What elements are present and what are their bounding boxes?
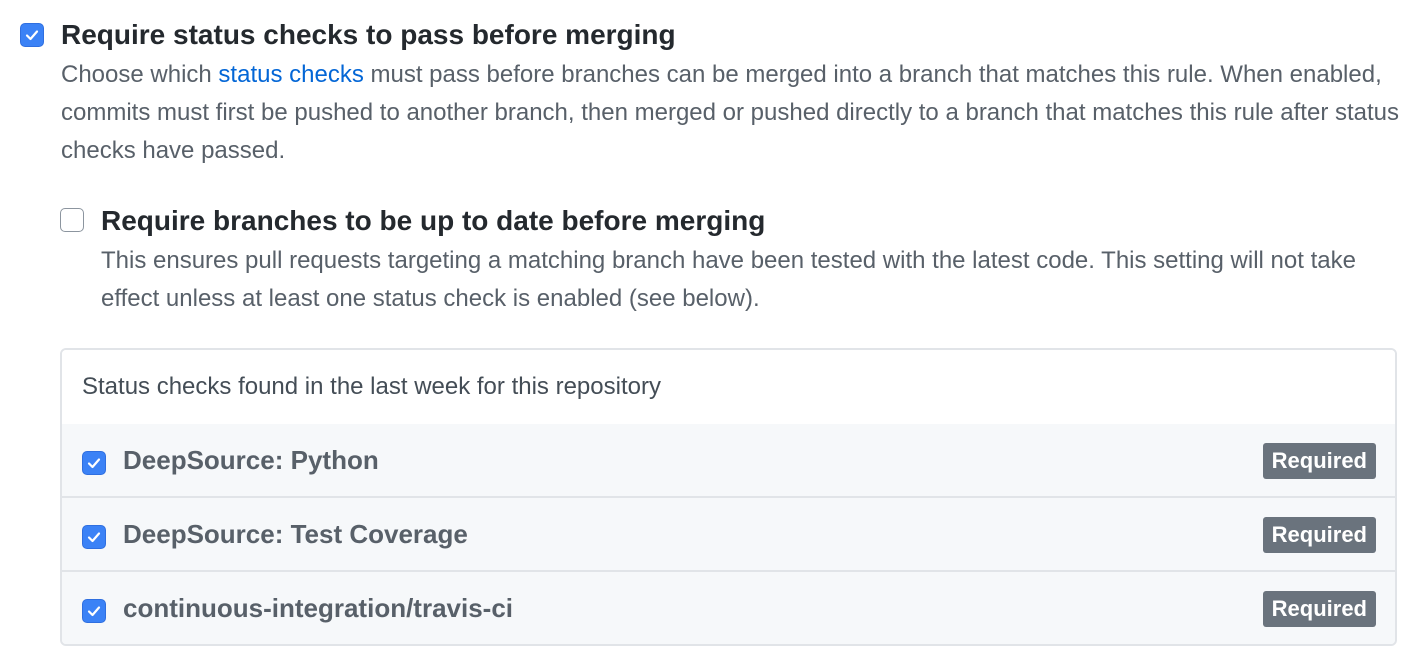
status-check-checkbox[interactable] [82,525,106,549]
checkmark-icon [87,532,101,543]
require-up-to-date-title: Require branches to be up to date before… [101,205,766,236]
status-check-row[interactable]: continuous-integration/travis-ci Require… [62,572,1395,644]
require-status-checks-checkbox[interactable] [20,23,44,47]
require-status-checks-description: Choose which status checks must pass bef… [61,56,1401,170]
checkmark-icon [87,458,101,469]
description-text: Choose which [61,61,219,88]
require-up-to-date-checkbox[interactable] [60,208,84,232]
checkmark-icon [25,30,39,41]
require-status-checks-title: Require status checks to pass before mer… [61,19,676,50]
status-check-name: continuous-integration/travis-ci [123,593,514,623]
checkmark-icon [87,606,101,617]
status-checks-panel: Status checks found in the last week for… [60,348,1397,646]
status-check-row[interactable]: DeepSource: Python Required [62,424,1395,498]
status-check-name: DeepSource: Python [123,445,379,475]
required-badge[interactable]: Required [1262,517,1376,553]
status-check-checkbox[interactable] [82,451,106,475]
status-check-checkbox[interactable] [82,599,106,623]
status-check-row[interactable]: DeepSource: Test Coverage Required [62,498,1395,572]
status-checks-panel-header: Status checks found in the last week for… [62,350,1395,426]
status-check-name: DeepSource: Test Coverage [123,519,468,549]
status-checks-link[interactable]: status checks [218,61,363,88]
required-badge[interactable]: Required [1262,591,1376,627]
status-checks-panel-header-text: Status checks found in the last week for… [82,373,661,400]
required-badge[interactable]: Required [1262,443,1376,479]
require-up-to-date-description: This ensures pull requests targeting a m… [101,247,1356,312]
